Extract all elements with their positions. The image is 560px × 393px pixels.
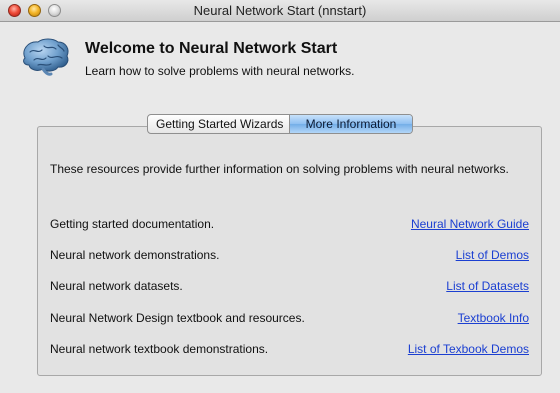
row-label-textbook-resources: Neural Network Design textbook and resou… <box>50 311 305 325</box>
textbook-info-link[interactable]: Textbook Info <box>458 311 529 325</box>
row-label-textbook-demonstrations: Neural network textbook demonstrations. <box>50 342 269 356</box>
row-label-documentation: Getting started documentation. <box>50 217 215 231</box>
list-of-demos-link[interactable]: List of Demos <box>456 248 529 262</box>
neural-network-guide-link[interactable]: Neural Network Guide <box>411 217 529 231</box>
page-title: Welcome to Neural Network Start <box>85 40 338 57</box>
page-subtitle: Learn how to solve problems with neural … <box>85 64 355 78</box>
window-title: Neural Network Start (nnstart) <box>193 3 367 18</box>
brain-icon <box>23 38 69 76</box>
tab-getting-started-wizards[interactable]: Getting Started Wizards <box>148 115 290 133</box>
list-of-textbook-demos-link[interactable]: List of Texbook Demos <box>408 342 529 356</box>
tab-more-information[interactable]: More Information <box>290 115 412 133</box>
row-label-demonstrations: Neural network demonstrations. <box>50 248 220 262</box>
panel-description: These resources provide further informat… <box>50 162 509 176</box>
list-of-datasets-link[interactable]: List of Datasets <box>446 279 529 293</box>
app-window: Neural Network Start (nnstart) Welcome t… <box>0 0 560 393</box>
tab-bar: Getting Started Wizards More Information <box>147 114 413 134</box>
row-label-datasets: Neural network datasets. <box>50 279 183 293</box>
title-bar[interactable]: Neural Network Start (nnstart) <box>0 0 560 22</box>
